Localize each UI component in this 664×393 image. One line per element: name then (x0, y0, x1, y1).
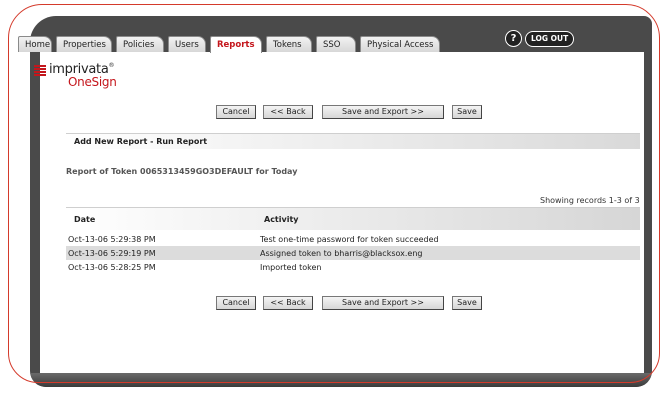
screenshot-stage: Home Properties Policies Users Reports T… (0, 0, 664, 393)
highlight-frame (8, 4, 660, 383)
